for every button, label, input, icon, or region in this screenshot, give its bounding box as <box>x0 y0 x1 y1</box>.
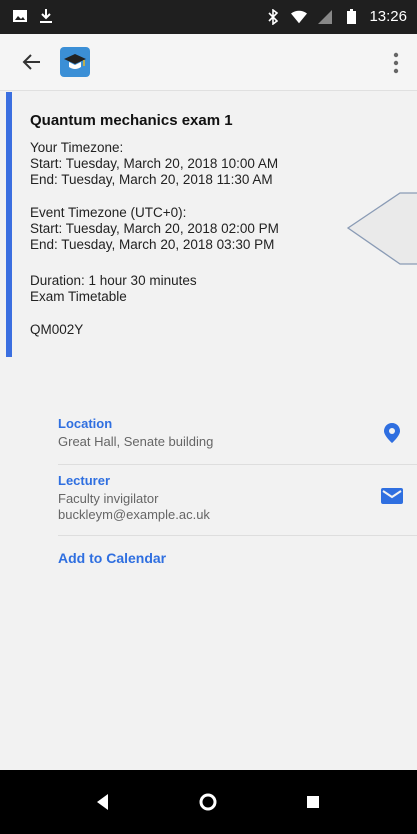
nav-home-icon[interactable] <box>198 792 218 812</box>
duration-text: Duration: 1 hour 30 minutes <box>30 273 197 288</box>
location-value: Great Hall, Senate building <box>58 434 214 449</box>
more-vert-icon[interactable] <box>393 52 399 74</box>
signal-icon <box>317 9 333 25</box>
battery-icon <box>343 9 359 25</box>
add-to-calendar-row: Add to Calendar <box>58 536 417 592</box>
back-arrow-icon[interactable] <box>20 50 44 74</box>
download-icon <box>38 8 54 24</box>
map-pin-icon[interactable] <box>381 422 403 444</box>
nav-recents-icon[interactable] <box>303 792 323 812</box>
app-bar <box>0 34 417 91</box>
image-icon <box>12 8 28 24</box>
lecturer-info: Faculty invigilator buckleym@example.ac.… <box>58 491 210 523</box>
your-timezone-label: Your Timezone: <box>30 140 124 155</box>
your-timezone-block: Your Timezone: Start: Tuesday, March 20,… <box>30 140 278 188</box>
location-title: Location <box>58 416 113 431</box>
event-start-time: Start: Tuesday, March 20, 2018 02:00 PM <box>30 221 279 236</box>
duration-block: Duration: 1 hour 30 minutes Exam Timetab… <box>30 273 197 305</box>
event-accent-bar <box>6 92 12 357</box>
category-text: Exam Timetable <box>30 289 127 304</box>
navigation-bar <box>0 770 417 834</box>
nav-back-icon[interactable] <box>93 792 113 812</box>
lecturer-row[interactable]: Lecturer Faculty invigilator buckleym@ex… <box>58 465 417 536</box>
email-icon[interactable] <box>381 487 403 509</box>
event-title: Quantum mechanics exam 1 <box>30 112 233 129</box>
location-row[interactable]: Location Great Hall, Senate building <box>58 408 417 465</box>
status-bar: 13:26 <box>0 0 417 34</box>
event-timezone-label: Event Timezone (UTC+0): <box>30 205 187 220</box>
bluetooth-icon <box>265 8 281 25</box>
your-end-time: End: Tuesday, March 20, 2018 11:30 AM <box>30 172 273 187</box>
details-list: Location Great Hall, Senate building Lec… <box>58 408 417 592</box>
add-to-calendar-button[interactable]: Add to Calendar <box>58 550 166 566</box>
callout-pointer <box>346 192 417 272</box>
lecturer-title: Lecturer <box>58 473 111 488</box>
event-end-time: End: Tuesday, March 20, 2018 03:30 PM <box>30 237 275 252</box>
event-code: QM002Y <box>30 322 84 337</box>
clock-time: 13:26 <box>369 8 407 25</box>
event-timezone-block: Event Timezone (UTC+0): Start: Tuesday, … <box>30 205 279 253</box>
your-start-time: Start: Tuesday, March 20, 2018 10:00 AM <box>30 156 279 171</box>
wifi-icon <box>291 9 308 25</box>
event-detail: Quantum mechanics exam 1 Your Timezone: … <box>0 90 417 770</box>
graduation-cap-icon <box>60 47 90 77</box>
lecturer-email: buckleym@example.ac.uk <box>58 507 210 522</box>
lecturer-name: Faculty invigilator <box>58 491 159 506</box>
